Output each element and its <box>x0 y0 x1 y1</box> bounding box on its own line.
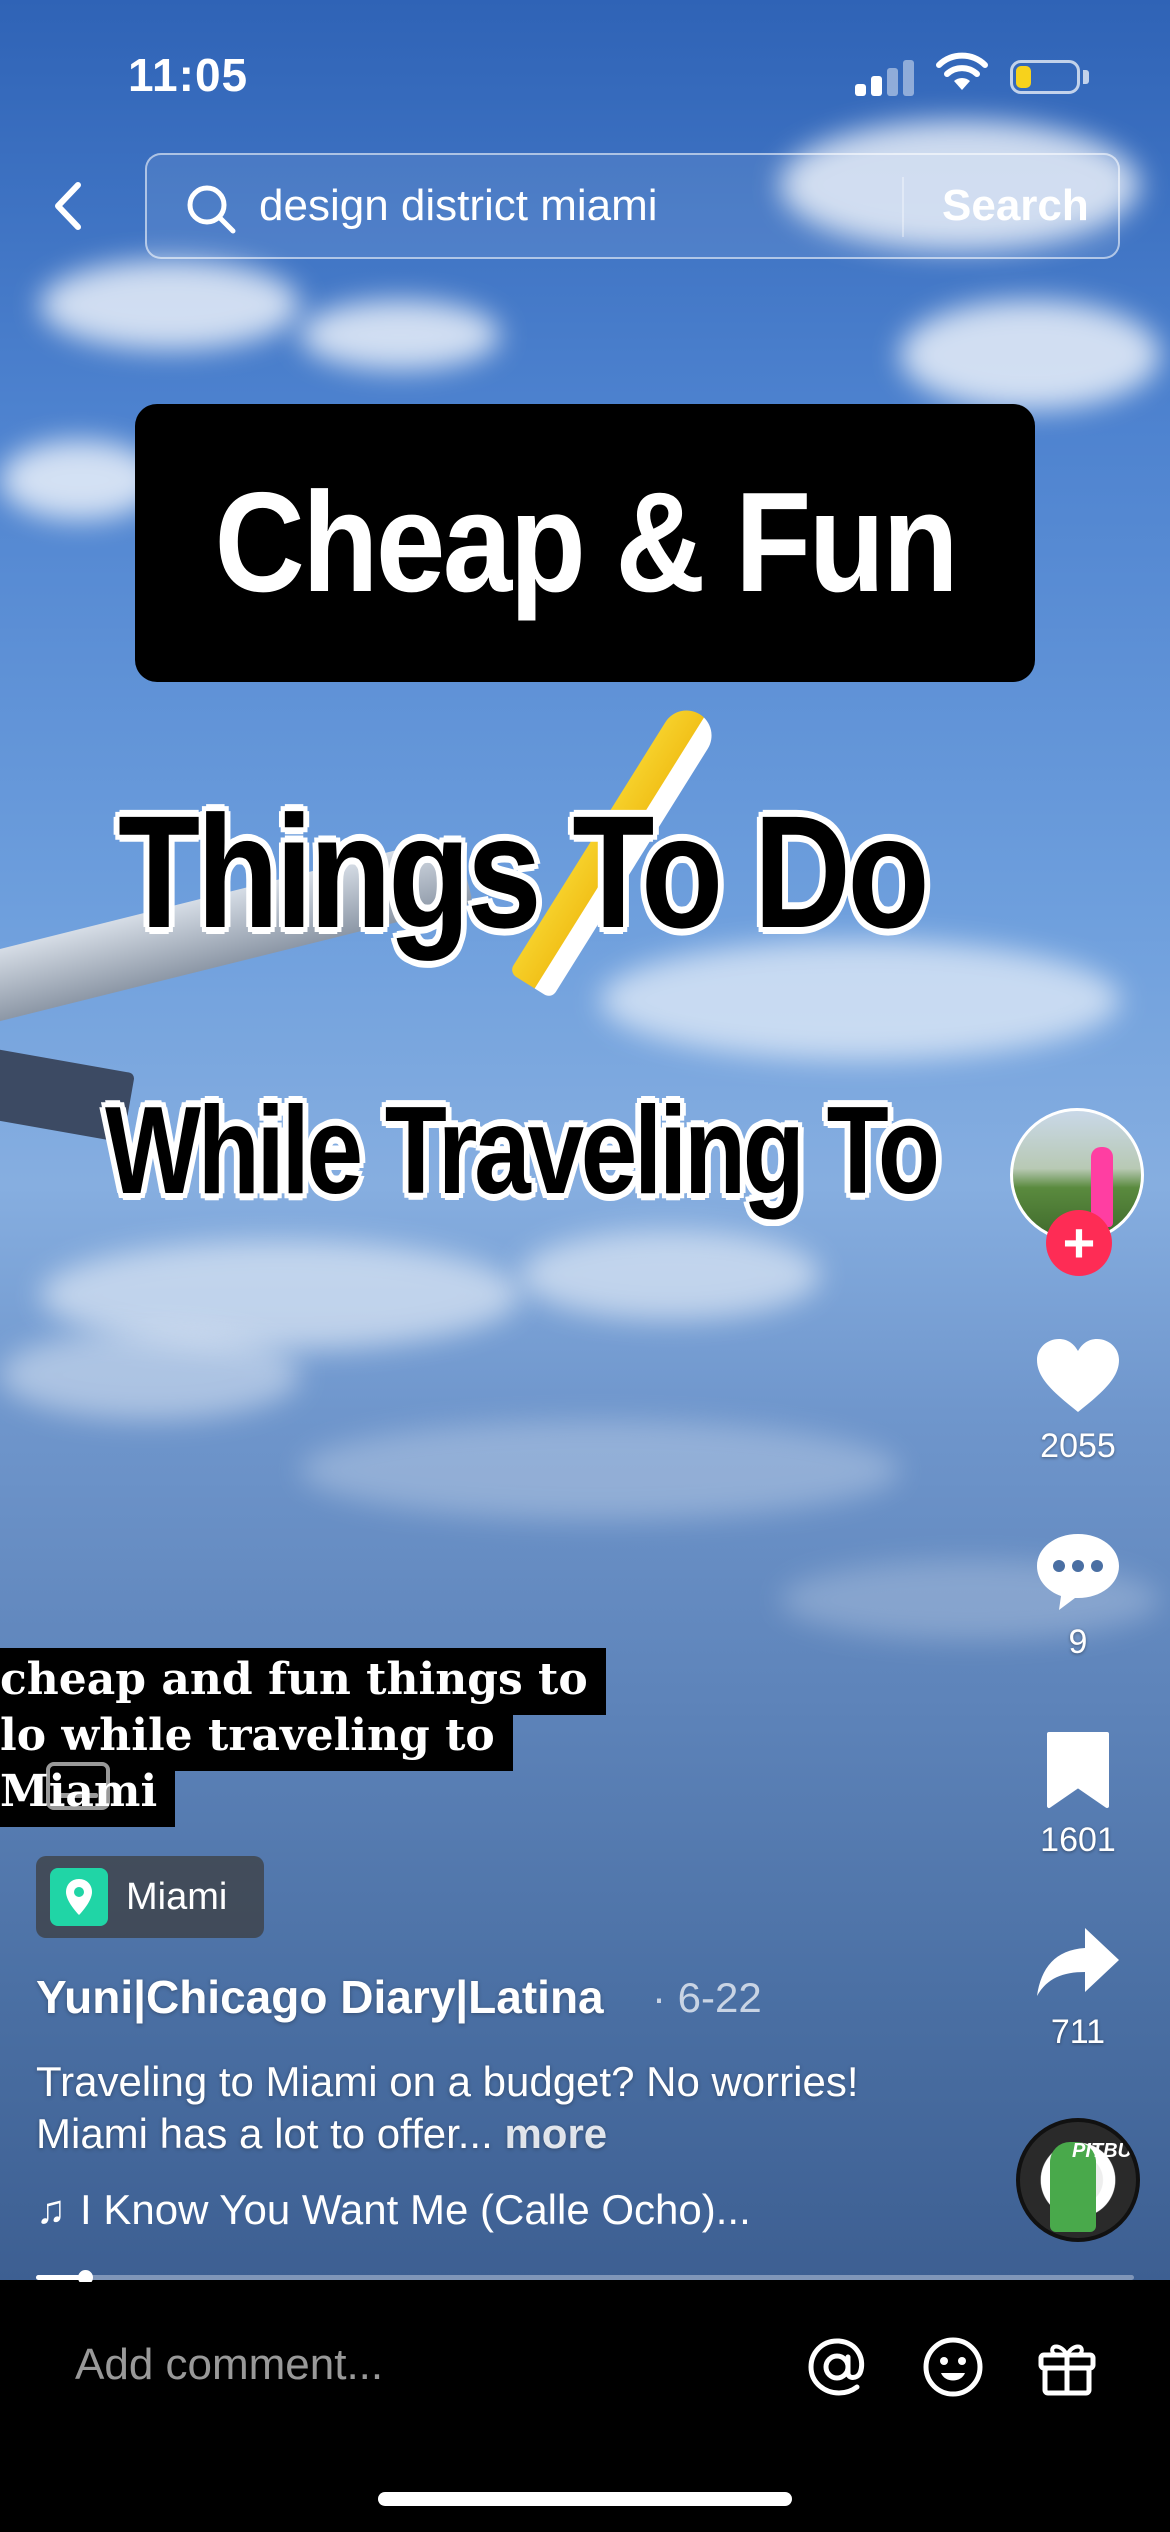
share-count: 711 <box>1050 2013 1106 2051</box>
video-progress-bar[interactable] <box>36 2270 1134 2285</box>
post-date: · 6-22 <box>652 1974 762 2021</box>
follow-button[interactable]: + <box>1046 1210 1112 1276</box>
music-disc-label: PITBU <box>1072 2140 1132 2162</box>
comment-button[interactable]: 9 <box>1020 1530 1136 1662</box>
bookmark-icon <box>1047 1732 1109 1808</box>
search-button[interactable]: Search <box>942 181 1089 231</box>
mention-icon[interactable] <box>802 2332 872 2402</box>
battery-level <box>1016 66 1031 88</box>
comment-bubble-icon <box>1037 1534 1119 1610</box>
save-count: 1601 <box>1040 1821 1116 1859</box>
like-button[interactable]: 2055 <box>1020 1336 1136 1466</box>
share-arrow-icon <box>1037 1928 1119 1996</box>
description-text: Traveling to Miami on a budget? No worri… <box>36 2058 859 2157</box>
chevron-left-icon <box>55 182 81 230</box>
music-title: I Know You Want Me (Calle Ocho)... <box>80 2186 751 2233</box>
like-count: 2055 <box>1040 1427 1116 1465</box>
share-button[interactable]: 711 <box>1020 1922 1136 2052</box>
status-time: 11:05 <box>128 49 249 101</box>
comment-count: 9 <box>1068 1623 1088 1661</box>
music-track[interactable]: ♫ I Know You Want Me (Calle Ocho)... <box>36 2186 751 2234</box>
creator-username[interactable]: Yuni|Chicago Diary|Latina <box>36 1970 604 2024</box>
location-pin-icon <box>50 1868 108 1926</box>
gift-icon[interactable] <box>1032 2332 1102 2402</box>
save-button[interactable]: 1601 <box>1020 1730 1136 1860</box>
location-label: Miami <box>126 1875 228 1918</box>
music-note-icon: ♫ <box>36 2187 66 2232</box>
search-bar[interactable]: design district miami Search <box>145 153 1120 259</box>
search-input[interactable]: design district miami <box>259 181 658 231</box>
more-link[interactable]: more <box>504 2110 607 2157</box>
battery-icon <box>1010 60 1080 94</box>
back-button[interactable] <box>40 176 94 236</box>
wifi-icon <box>936 52 988 90</box>
video-title-line1: Cheap & Fun <box>214 463 958 622</box>
video-title-box: Cheap & Fun <box>135 404 1035 682</box>
location-tag[interactable]: Miami <box>36 1856 264 1938</box>
home-indicator[interactable] <box>378 2492 792 2506</box>
video-player[interactable]: Cheap & Fun Things To Do While Traveling… <box>0 0 1170 2280</box>
search-icon <box>187 185 236 234</box>
music-disc[interactable]: PITBU <box>1016 2118 1140 2242</box>
captions-icon[interactable] <box>46 1762 110 1810</box>
emoji-icon[interactable] <box>918 2332 988 2402</box>
cellular-signal-icon <box>855 58 915 96</box>
heart-icon <box>1037 1339 1119 1412</box>
video-description[interactable]: Traveling to Miami on a budget? No worri… <box>36 2056 896 2160</box>
video-title-line3: While Traveling To <box>105 1082 940 1220</box>
comment-input[interactable]: Add comment... <box>75 2340 383 2390</box>
video-title-line2: Things To Do <box>118 782 930 961</box>
